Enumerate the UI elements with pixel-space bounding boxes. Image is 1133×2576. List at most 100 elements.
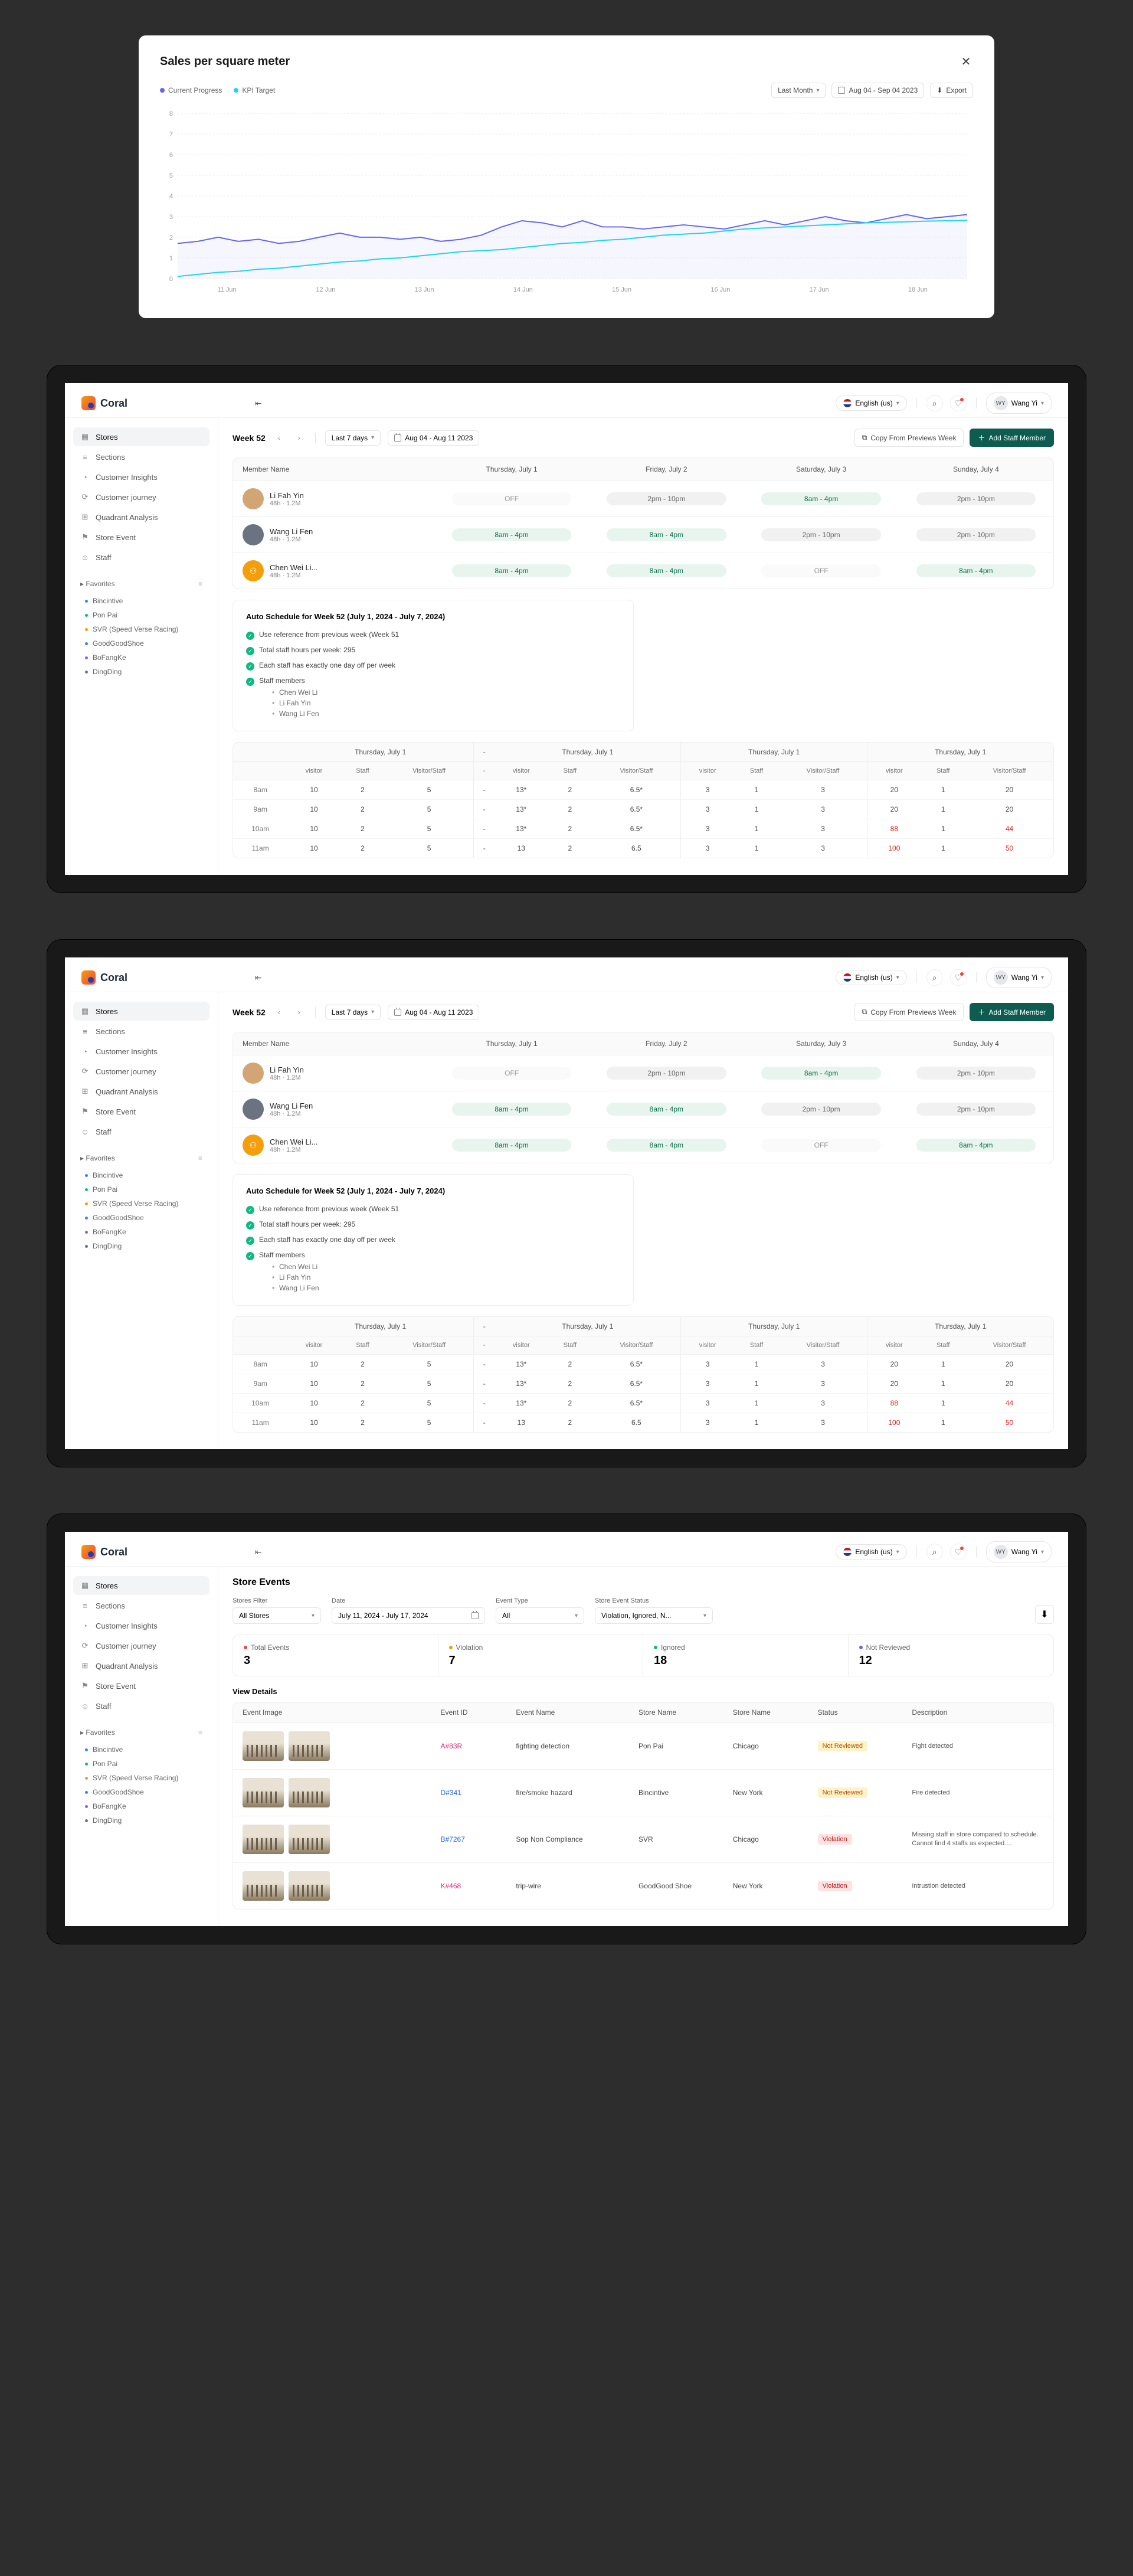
copy-button[interactable]: ⧉Copy From Previews Week bbox=[854, 429, 964, 447]
shift-pill[interactable]: 8am - 4pm bbox=[452, 1139, 572, 1152]
shift-pill[interactable]: 8am - 4pm bbox=[761, 1067, 881, 1080]
date-filter[interactable]: July 11, 2024 - July 17, 2024 bbox=[332, 1607, 485, 1624]
shift-pill[interactable]: 8am - 4pm bbox=[607, 1139, 726, 1152]
nav-store-event[interactable]: ⚑Store Event bbox=[73, 1676, 209, 1695]
collapse-icon[interactable]: ⇤ bbox=[255, 969, 262, 986]
shift-pill[interactable]: OFF bbox=[761, 564, 881, 577]
nav-customer-insights[interactable]: ◔Customer Insights bbox=[73, 1616, 209, 1635]
shift-pill[interactable]: 8am - 4pm bbox=[761, 492, 881, 505]
shift-pill[interactable]: 8am - 4pm bbox=[452, 528, 572, 541]
nav-customer-insights[interactable]: ◔Customer Insights bbox=[73, 468, 209, 486]
nav-stores[interactable]: ▦Stores bbox=[73, 427, 209, 446]
shift-pill[interactable]: 2pm - 10pm bbox=[607, 492, 726, 505]
fav-item[interactable]: Pon Pai bbox=[73, 608, 209, 622]
notification-icon[interactable]: ♡ bbox=[950, 395, 967, 411]
nav-customer-journey[interactable]: ⟳Customer journey bbox=[73, 1636, 209, 1655]
nav-store-event[interactable]: ⚑Store Event bbox=[73, 528, 209, 547]
fav-item[interactable]: SVR (Speed Verse Racing) bbox=[73, 1771, 209, 1785]
fav-item[interactable]: BoFangKe bbox=[73, 1225, 209, 1239]
prev-week[interactable]: ‹ bbox=[273, 431, 286, 444]
language-select[interactable]: English (us)▾ bbox=[836, 395, 906, 411]
shift-pill[interactable]: 8am - 4pm bbox=[607, 528, 726, 541]
user-menu[interactable]: WYWang Yi▾ bbox=[986, 393, 1052, 414]
stores-filter[interactable]: All Stores▾ bbox=[233, 1607, 321, 1624]
nav-store-event[interactable]: ⚑Store Event bbox=[73, 1102, 209, 1121]
event-row[interactable]: B#7267 Sop Non Compliance SVR Chicago Vi… bbox=[233, 1816, 1053, 1862]
fav-item[interactable]: BoFangKe bbox=[73, 650, 209, 665]
fav-item[interactable]: Pon Pai bbox=[73, 1757, 209, 1771]
event-id[interactable]: D#341 bbox=[441, 1789, 516, 1797]
download-icon[interactable]: ⬇ bbox=[1035, 1605, 1054, 1624]
notification-icon[interactable]: ♡ bbox=[950, 1544, 967, 1560]
fav-item[interactable]: GoodGoodShoe bbox=[73, 1785, 209, 1799]
shift-pill[interactable]: OFF bbox=[452, 1067, 572, 1080]
close-icon[interactable]: ✕ bbox=[959, 54, 973, 68]
prev-week[interactable]: ‹ bbox=[273, 1006, 286, 1019]
nav-customer-journey[interactable]: ⟳Customer journey bbox=[73, 1062, 209, 1081]
shift-pill[interactable]: OFF bbox=[761, 1139, 881, 1152]
nav-staff[interactable]: ☺Staff bbox=[73, 548, 209, 567]
add-staff-button[interactable]: ＋Add Staff Member bbox=[970, 1003, 1054, 1021]
shift-pill[interactable]: 8am - 4pm bbox=[607, 1103, 726, 1116]
search-icon[interactable]: ⌕ bbox=[926, 1544, 943, 1560]
date-range[interactable]: Aug 04 - Aug 11 2023 bbox=[388, 1005, 479, 1020]
nav-sections[interactable]: ≡Sections bbox=[73, 1596, 209, 1615]
shift-pill[interactable]: 2pm - 10pm bbox=[916, 528, 1036, 541]
shift-pill[interactable]: 8am - 4pm bbox=[916, 564, 1036, 577]
date-range[interactable]: Aug 04 - Sep 04 2023 bbox=[831, 83, 924, 98]
type-filter[interactable]: All▾ bbox=[496, 1607, 584, 1624]
event-row[interactable]: A#83R fighting detection Pon Pai Chicago… bbox=[233, 1722, 1053, 1769]
nav-sections[interactable]: ≡Sections bbox=[73, 1022, 209, 1041]
fav-item[interactable]: BoFangKe bbox=[73, 1799, 209, 1813]
next-week[interactable]: › bbox=[293, 431, 306, 444]
fav-item[interactable]: DingDing bbox=[73, 1239, 209, 1253]
shift-pill[interactable]: 2pm - 10pm bbox=[761, 528, 881, 541]
fav-item[interactable]: GoodGoodShoe bbox=[73, 636, 209, 650]
fav-item[interactable]: Pon Pai bbox=[73, 1182, 209, 1197]
notification-icon[interactable]: ♡ bbox=[950, 969, 967, 986]
nav-staff[interactable]: ☺Staff bbox=[73, 1696, 209, 1715]
fav-item[interactable]: GoodGoodShoe bbox=[73, 1211, 209, 1225]
shift-pill[interactable]: 2pm - 10pm bbox=[761, 1103, 881, 1116]
shift-pill[interactable]: 8am - 4pm bbox=[916, 1139, 1036, 1152]
next-week[interactable]: › bbox=[293, 1006, 306, 1019]
user-menu[interactable]: WYWang Yi▾ bbox=[986, 1541, 1052, 1562]
nav-customer-insights[interactable]: ◔Customer Insights bbox=[73, 1042, 209, 1061]
language-select[interactable]: English (us)▾ bbox=[836, 970, 906, 985]
nav-stores[interactable]: ▦Stores bbox=[73, 1002, 209, 1021]
shift-pill[interactable]: 2pm - 10pm bbox=[916, 1103, 1036, 1116]
event-row[interactable]: D#341 fire/smoke hazard Bincintive New Y… bbox=[233, 1769, 1053, 1816]
range-select[interactable]: Last 7 days ▾ bbox=[325, 1005, 381, 1020]
date-range[interactable]: Aug 04 - Aug 11 2023 bbox=[388, 430, 479, 446]
event-id[interactable]: A#83R bbox=[441, 1742, 516, 1750]
fav-item[interactable]: DingDing bbox=[73, 665, 209, 679]
user-menu[interactable]: WYWang Yi▾ bbox=[986, 967, 1052, 988]
copy-button[interactable]: ⧉Copy From Previews Week bbox=[854, 1003, 964, 1021]
nav-stores[interactable]: ▦Stores bbox=[73, 1576, 209, 1595]
event-row[interactable]: K#468 trip-wire GoodGood Shoe New York V… bbox=[233, 1862, 1053, 1909]
favorites-header[interactable]: ▸ Favorites≡ bbox=[73, 1148, 209, 1168]
fav-item[interactable]: Bincintive bbox=[73, 1168, 209, 1182]
add-staff-button[interactable]: ＋Add Staff Member bbox=[970, 429, 1054, 447]
status-filter[interactable]: Violation, Ignored, N...▾ bbox=[595, 1607, 713, 1624]
favorites-header[interactable]: ▸ Favorites≡ bbox=[73, 1722, 209, 1743]
collapse-icon[interactable]: ⇤ bbox=[255, 1544, 262, 1560]
fav-item[interactable]: SVR (Speed Verse Racing) bbox=[73, 622, 209, 636]
shift-pill[interactable]: 8am - 4pm bbox=[607, 564, 726, 577]
language-select[interactable]: English (us)▾ bbox=[836, 1544, 906, 1560]
shift-pill[interactable]: 2pm - 10pm bbox=[607, 1067, 726, 1080]
export-button[interactable]: ⬇Export bbox=[930, 83, 973, 98]
fav-item[interactable]: Bincintive bbox=[73, 594, 209, 608]
shift-pill[interactable]: 2pm - 10pm bbox=[916, 1067, 1036, 1080]
shift-pill[interactable]: 2pm - 10pm bbox=[916, 492, 1036, 505]
fav-item[interactable]: Bincintive bbox=[73, 1743, 209, 1757]
collapse-icon[interactable]: ⇤ bbox=[255, 395, 262, 411]
range-select[interactable]: Last Month▾ bbox=[771, 83, 826, 98]
nav-quadrant-analysis[interactable]: ⊞Quadrant Analysis bbox=[73, 1656, 209, 1675]
shift-pill[interactable]: OFF bbox=[452, 492, 572, 505]
search-icon[interactable]: ⌕ bbox=[926, 395, 943, 411]
nav-customer-journey[interactable]: ⟳Customer journey bbox=[73, 488, 209, 506]
nav-quadrant-analysis[interactable]: ⊞Quadrant Analysis bbox=[73, 508, 209, 527]
nav-staff[interactable]: ☺Staff bbox=[73, 1122, 209, 1141]
event-id[interactable]: K#468 bbox=[441, 1882, 516, 1890]
